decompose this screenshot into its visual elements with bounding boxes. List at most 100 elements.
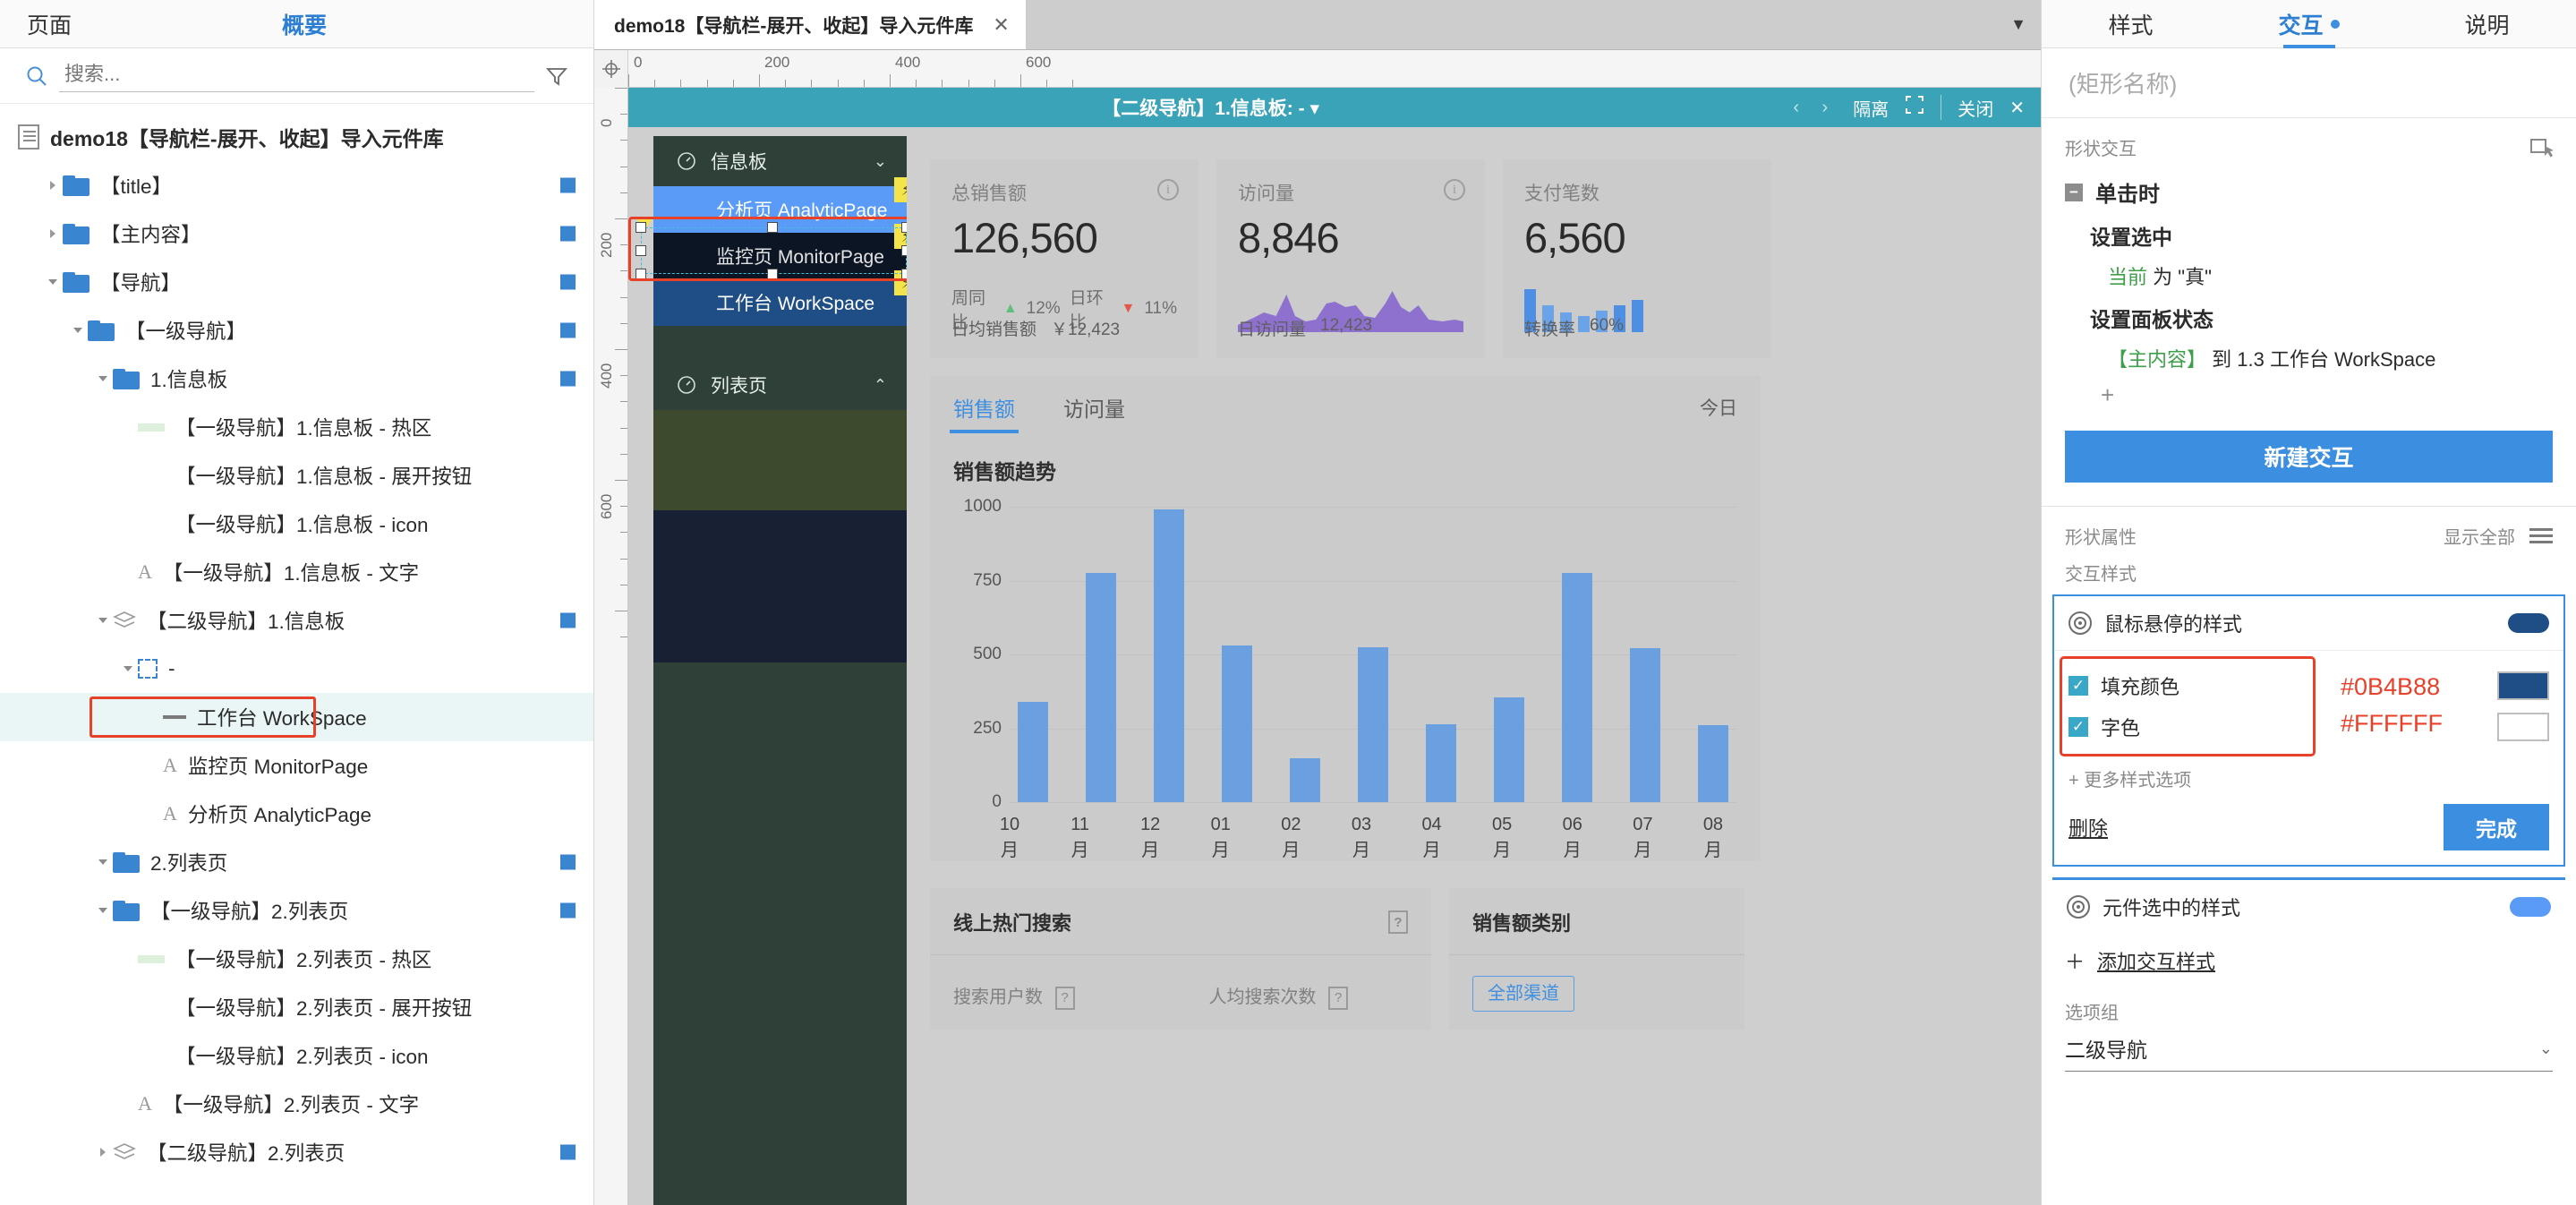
- tab-pages[interactable]: 页面: [0, 8, 179, 40]
- select-target-icon[interactable]: [2529, 138, 2555, 158]
- tree-item[interactable]: 【一级导航】: [0, 306, 593, 355]
- add-interaction-style-row[interactable]: ＋ 添加交互样式: [2052, 934, 2565, 975]
- tree-item[interactable]: 工作台 WorkSpace: [0, 693, 593, 741]
- nav-item-placeholder-dark[interactable]: [653, 510, 907, 662]
- close-focus-icon[interactable]: ✕: [2009, 97, 2025, 119]
- chart-bar[interactable]: [1698, 725, 1728, 802]
- chevron-down-icon[interactable]: ⌄: [2539, 1039, 2553, 1058]
- collapse-caret-icon[interactable]: [93, 611, 113, 630]
- tree-item[interactable]: 【一级导航】2.列表页 - 展开按钮: [0, 983, 593, 1031]
- isolate-label[interactable]: 隔离: [1853, 95, 1889, 121]
- show-all-link[interactable]: 显示全部: [2444, 523, 2515, 549]
- chevron-down-icon[interactable]: ⌄: [874, 152, 887, 171]
- nav-item-placeholder-olive[interactable]: [653, 410, 907, 510]
- close-focus-label[interactable]: 关闭: [1958, 95, 1993, 121]
- info-icon[interactable]: i: [1157, 179, 1179, 201]
- focus-title-suffix[interactable]: - ▾: [1299, 98, 1319, 119]
- chart-bar[interactable]: [1494, 697, 1524, 802]
- chart-bar[interactable]: [1358, 646, 1388, 802]
- help-icon[interactable]: ?: [1328, 986, 1349, 1010]
- new-interaction-button[interactable]: 新建交互: [2065, 431, 2553, 483]
- chart-tab-sales[interactable]: 销售额: [950, 376, 1019, 439]
- resize-handle[interactable]: [767, 222, 778, 233]
- info-icon[interactable]: i: [1444, 179, 1465, 201]
- element-name-placeholder[interactable]: (矩形名称): [2068, 66, 2177, 99]
- collapse-icon[interactable]: −: [2065, 183, 2083, 201]
- expand-caret-icon[interactable]: [93, 1142, 113, 1162]
- chart-bar[interactable]: [1086, 573, 1116, 802]
- chart-tab-visits[interactable]: 访问量: [1063, 376, 1125, 439]
- help-icon[interactable]: ?: [1388, 910, 1408, 934]
- collapse-caret-icon[interactable]: [68, 320, 88, 340]
- fill-color-swatch[interactable]: [2497, 671, 2549, 700]
- tree-item[interactable]: 【一级导航】2.列表页 - 热区: [0, 935, 593, 983]
- tree-item[interactable]: 【一级导航】2.列表页: [0, 886, 593, 935]
- tree-item[interactable]: 【一级导航】1.信息板 - icon: [0, 500, 593, 548]
- tree-item[interactable]: A 【一级导航】2.列表页 - 文字: [0, 1080, 593, 1128]
- checkbox-checked-icon[interactable]: ✓: [2068, 676, 2088, 696]
- expand-caret-icon[interactable]: [43, 175, 63, 195]
- action-set-selected-detail[interactable]: 当前 为 "真": [2108, 261, 2553, 290]
- action-set-panel-state-detail[interactable]: 【主内容】 到 1.3 工作台 WorkSpace: [2108, 344, 2553, 372]
- delete-style-link[interactable]: 删除: [2068, 813, 2108, 842]
- chart-bar[interactable]: [1154, 509, 1184, 802]
- close-icon[interactable]: ✕: [993, 13, 1009, 37]
- tree-item[interactable]: 【一级导航】1.信息板 - 展开按钮: [0, 451, 593, 500]
- design-canvas[interactable]: 【二级导航】1.信息板: - ▾ ‹ › 隔离 关闭 ✕ 信息板 ⌄ 分析页 A…: [628, 88, 2041, 1205]
- collapse-caret-icon[interactable]: [93, 369, 113, 389]
- tree-item[interactable]: 2.列表页: [0, 838, 593, 886]
- chart-bar[interactable]: [1426, 723, 1456, 802]
- file-tab[interactable]: demo18【导航栏-展开、收起】导入元件库 ✕: [594, 0, 1026, 49]
- nav-section-listpage[interactable]: 列表页 ⌃: [653, 360, 907, 410]
- tab-style[interactable]: 样式: [2042, 0, 2220, 48]
- resize-handle[interactable]: [635, 269, 646, 279]
- tree-item[interactable]: A 监控页 MonitorPage: [0, 741, 593, 790]
- chart-range-today[interactable]: 今日: [1700, 394, 1737, 421]
- collapse-caret-icon[interactable]: [93, 852, 113, 872]
- search-input[interactable]: [59, 59, 534, 92]
- tree-item[interactable]: 【二级导航】2.列表页: [0, 1128, 593, 1176]
- collapse-caret-icon[interactable]: [118, 659, 138, 679]
- tree-item[interactable]: 【一级导航】2.列表页 - icon: [0, 1031, 593, 1080]
- checkbox-checked-icon[interactable]: ✓: [2068, 717, 2088, 737]
- nav-item-monitor[interactable]: 监控页 MonitorPage ⚡: [653, 224, 919, 279]
- hover-style-header[interactable]: 鼠标悬停的样式: [2054, 596, 2563, 651]
- isolate-icon[interactable]: [1905, 95, 1924, 120]
- chart-bar[interactable]: [1562, 573, 1592, 802]
- help-icon[interactable]: ?: [1054, 986, 1075, 1010]
- font-color-swatch[interactable]: [2497, 713, 2549, 741]
- nav-item-analytic[interactable]: 分析页 AnalyticPage ⚡: [653, 177, 919, 233]
- tab-outline[interactable]: 概要: [179, 8, 430, 40]
- fill-color-row[interactable]: ✓ 填充颜色: [2068, 665, 2549, 706]
- event-onclick[interactable]: − 单击时: [2065, 176, 2553, 208]
- chart-bar[interactable]: [1630, 648, 1660, 802]
- tree-item[interactable]: -: [0, 645, 593, 693]
- chevron-up-icon[interactable]: ⌃: [874, 376, 887, 395]
- tab-interaction[interactable]: 交互: [2220, 0, 2398, 48]
- tree-item[interactable]: 【一级导航】1.信息板 - 热区: [0, 403, 593, 451]
- hamburger-icon[interactable]: [2529, 525, 2553, 547]
- resize-handle[interactable]: [635, 222, 646, 233]
- tree-item[interactable]: A 分析页 AnalyticPage: [0, 790, 593, 838]
- add-interaction-style-link[interactable]: 添加交互样式: [2097, 946, 2215, 975]
- nav-section-infoboard[interactable]: 信息板 ⌄: [653, 136, 907, 186]
- action-set-panel-state[interactable]: 设置面板状态: [2090, 303, 2553, 333]
- expand-caret-icon[interactable]: [43, 224, 63, 244]
- filter-icon[interactable]: [545, 64, 568, 88]
- option-group-select[interactable]: 二级导航 ⌄: [2065, 1033, 2553, 1072]
- collapse-caret-icon[interactable]: [43, 272, 63, 292]
- tree-item[interactable]: 【导航】: [0, 258, 593, 306]
- chart-bar[interactable]: [1222, 645, 1252, 802]
- chart-bar[interactable]: [1018, 701, 1048, 802]
- selected-style-header[interactable]: 元件选中的样式: [2052, 880, 2565, 934]
- all-channels-button[interactable]: 全部渠道: [1472, 976, 1574, 1012]
- tree-item[interactable]: 1.信息板: [0, 355, 593, 403]
- tab-notes[interactable]: 说明: [2398, 0, 2576, 48]
- tree-item[interactable]: 【title】: [0, 161, 593, 209]
- chart-bar[interactable]: [1290, 757, 1320, 802]
- ruler-origin-icon[interactable]: [594, 50, 628, 88]
- resize-handle[interactable]: [635, 245, 646, 256]
- collapse-caret-icon[interactable]: [93, 901, 113, 920]
- resize-handle[interactable]: [767, 269, 778, 279]
- font-color-row[interactable]: ✓ 字色: [2068, 706, 2549, 748]
